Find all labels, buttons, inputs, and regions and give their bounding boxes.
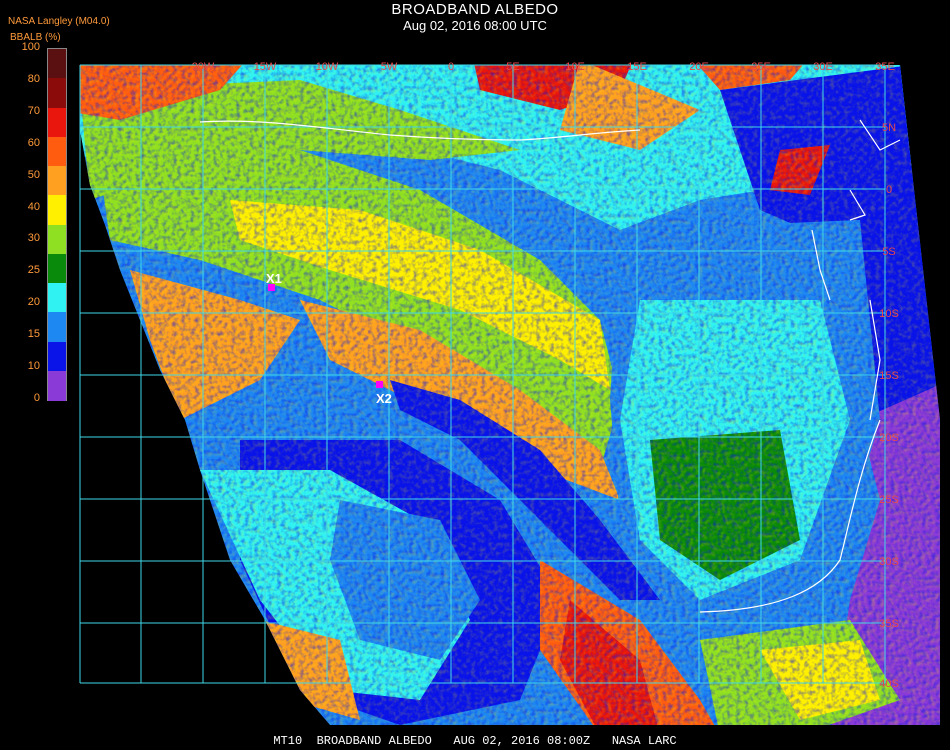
longitude-label: 10E (565, 61, 585, 73)
latitude-label: 5N (882, 122, 896, 134)
albedo-map-display: BROADBAND ALBEDO Aug 02, 2016 08:00 UTC … (0, 0, 950, 750)
latitude-label: 30S (879, 556, 899, 568)
albedo-image (80, 65, 940, 725)
latitude-label: 15S (879, 370, 899, 382)
latitude-label: 10S (879, 308, 899, 320)
marker-x1-label: X1 (266, 271, 282, 286)
longitude-label: 20W (192, 61, 215, 73)
longitude-label: 15W (254, 61, 277, 73)
marker-x2-point (376, 381, 383, 388)
latitude-label: 0 (886, 184, 892, 196)
longitude-label: 5W (381, 61, 398, 73)
latitude-label: 35S (879, 618, 899, 630)
longitude-label: 5E (506, 61, 519, 73)
satellite-map: 20W 15W 10W 5W 0 5E 10E 15E 20E 25E 30E 35E 5N 0 5S 10… (79, 61, 940, 725)
latitude-label: 5S (882, 246, 895, 258)
footer-caption: MT10 BROADBAND ALBEDO AUG 02, 2016 08:00… (273, 734, 677, 748)
marker-x1-point (268, 284, 275, 291)
latitude-label: 40S (879, 678, 899, 690)
longitude-label: 35E (875, 61, 895, 73)
latitude-label: 25S (879, 494, 899, 506)
longitude-label: 25E (751, 61, 771, 73)
latitude-label: 20S (879, 432, 899, 444)
marker-x2-label: X2 (376, 391, 392, 406)
longitude-label: 15E (627, 61, 647, 73)
longitude-label: 10W (316, 61, 339, 73)
longitude-label: 30E (813, 61, 833, 73)
longitude-label: 20E (689, 61, 709, 73)
longitude-label: 0 (448, 61, 454, 73)
